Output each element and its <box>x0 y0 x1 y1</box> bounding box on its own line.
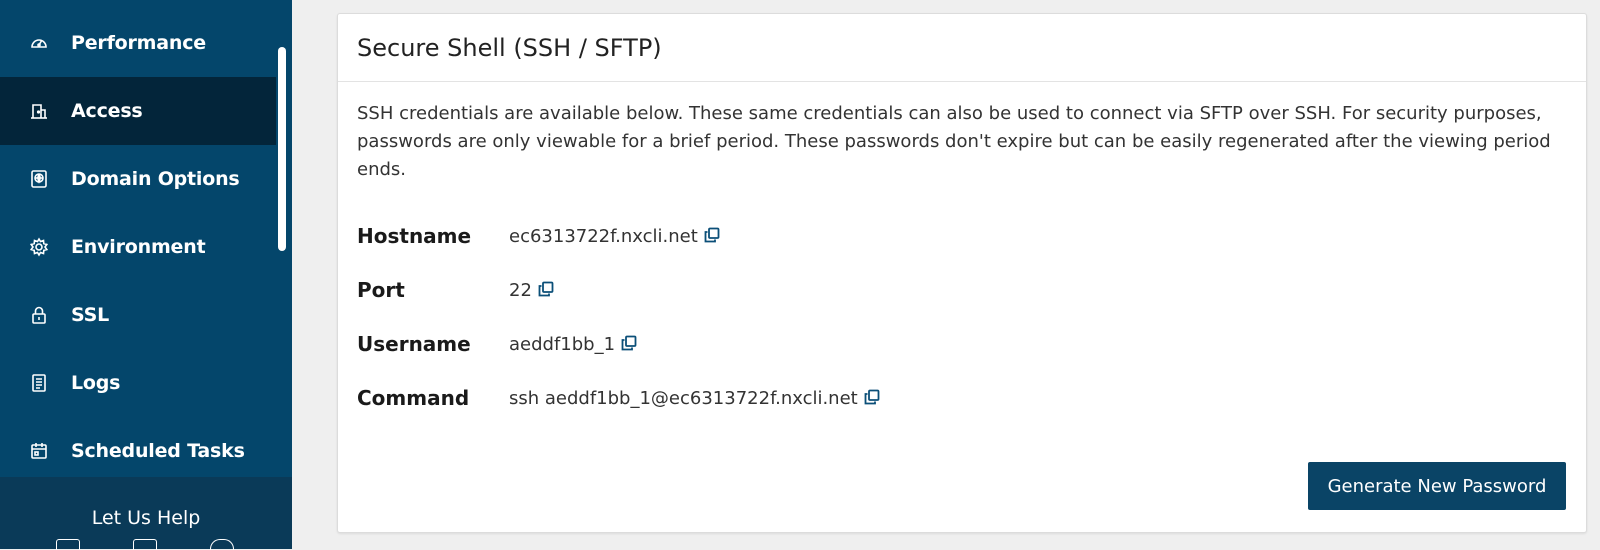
port-value: 22 <box>509 279 532 301</box>
sidebar-item-scheduled-tasks[interactable]: Scheduled Tasks <box>0 417 276 485</box>
username-row: Username aeddf1bb_1 <box>357 329 639 359</box>
sidebar-item-performance[interactable]: Performance <box>0 9 276 77</box>
sidebar-item-logs[interactable]: Logs <box>0 349 276 417</box>
port-row: Port 22 <box>357 275 556 305</box>
sidebar-item-label: Environment <box>71 236 206 258</box>
hostname-value: ec6313722f.nxcli.net <box>509 225 698 247</box>
username-value: aeddf1bb_1 <box>509 333 616 355</box>
copy-icon[interactable] <box>621 335 639 353</box>
command-value: ssh aeddf1bb_1@ec6313722f.nxcli.net <box>509 387 858 409</box>
ssh-card: Secure Shell (SSH / SFTP) SSH credential… <box>337 13 1587 533</box>
copy-icon[interactable] <box>864 389 882 407</box>
access-icon <box>28 100 50 122</box>
sidebar-item-ssl[interactable]: SSL <box>0 281 276 349</box>
help-section: Let Us Help <box>0 477 292 550</box>
port-label: Port <box>357 278 405 302</box>
hostname-row: Hostname ec6313722f.nxcli.net <box>357 221 722 251</box>
sidebar-item-label: Performance <box>71 32 206 54</box>
lock-icon <box>28 304 50 326</box>
sidebar-item-label: Scheduled Tasks <box>71 440 245 462</box>
gear-icon <box>28 236 50 258</box>
copy-icon[interactable] <box>704 227 722 245</box>
generate-new-password-button[interactable]: Generate New Password <box>1308 462 1566 510</box>
command-label: Command <box>357 386 470 410</box>
sidebar-item-label: Access <box>71 100 143 122</box>
sidebar-item-label: Domain Options <box>71 168 240 190</box>
sidebar-item-label: Logs <box>71 372 121 394</box>
gauge-icon <box>28 32 50 54</box>
help-icons <box>0 539 292 550</box>
document-icon <box>28 372 50 394</box>
chat-icon[interactable] <box>56 539 80 550</box>
sidebar: Performance Access Domain Options Enviro… <box>0 0 292 550</box>
command-row: Command ssh aeddf1bb_1@ec6313722f.nxcli.… <box>357 383 882 413</box>
sidebar-item-domain-options[interactable]: Domain Options <box>0 145 276 213</box>
calendar-icon <box>28 440 50 462</box>
hostname-label: Hostname <box>357 224 472 248</box>
sidebar-item-environment[interactable]: Environment <box>0 213 276 281</box>
copy-icon[interactable] <box>538 281 556 299</box>
card-description: SSH credentials are available below. The… <box>357 103 1551 180</box>
sidebar-scrollbar[interactable] <box>278 47 286 251</box>
phone-icon[interactable] <box>210 539 234 550</box>
card-title: Secure Shell (SSH / SFTP) <box>338 14 1586 82</box>
ticket-icon[interactable] <box>133 539 157 550</box>
sidebar-item-label: SSL <box>71 304 110 326</box>
username-label: Username <box>357 332 471 356</box>
globe-icon <box>28 168 50 190</box>
sidebar-item-access[interactable]: Access <box>0 77 276 145</box>
help-label: Let Us Help <box>91 507 201 529</box>
